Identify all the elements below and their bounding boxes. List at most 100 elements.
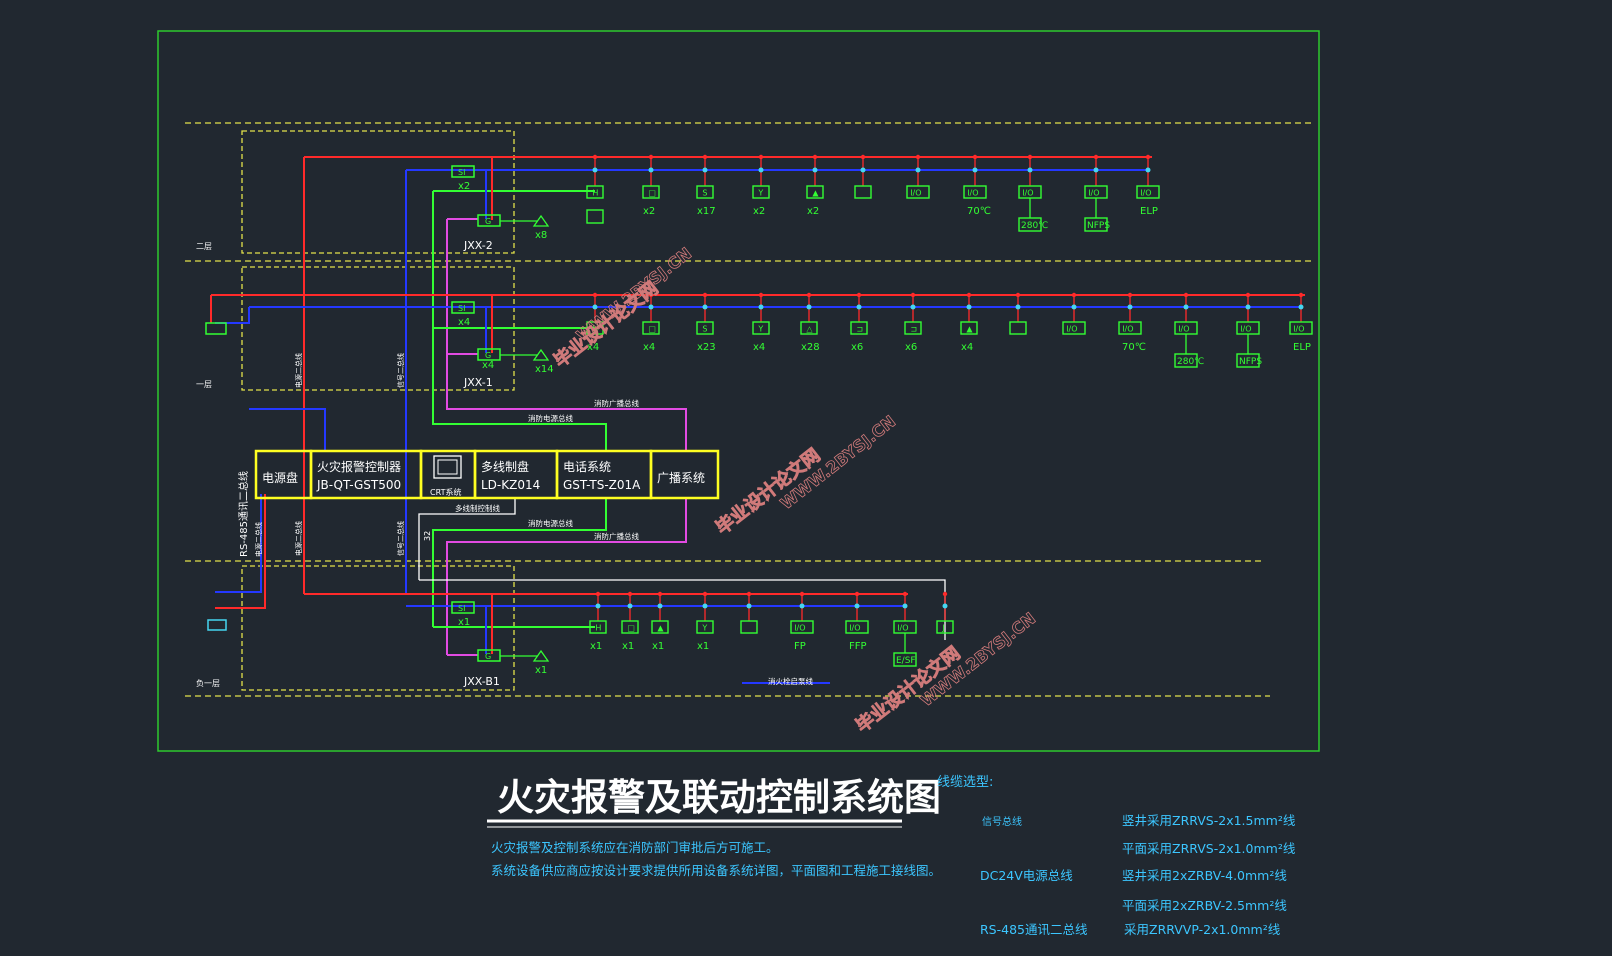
- device-count: E/SF: [896, 656, 916, 666]
- device-symbol-label: ▲: [657, 624, 664, 633]
- cable-value-1: 平面采用ZRRVS-2x1.0mm²线: [1122, 841, 1296, 856]
- device-symbol-label: ▲: [812, 189, 819, 198]
- power-node: [702, 292, 708, 298]
- power-node: [942, 591, 948, 597]
- bus-node: [902, 603, 908, 609]
- power-panel-icon-1: [205, 322, 227, 335]
- control-sub-4: GST-TS-Z01A: [563, 478, 641, 492]
- si-label-2: SI: [458, 604, 465, 613]
- power-node: [595, 591, 601, 597]
- device-symbol-label: Y: [701, 624, 707, 633]
- device-symbol-label: △: [806, 325, 813, 334]
- note-line-2: 系统设备供应商应按设计要求提供所用设备系统详图，平面图和工程施工接线图。: [491, 863, 941, 878]
- bus-node: [1127, 304, 1133, 310]
- device-symbol-label: □: [648, 325, 656, 334]
- g-count-2: x1: [535, 665, 547, 676]
- bus-node: [595, 603, 601, 609]
- power-node: [758, 292, 764, 298]
- power-node: [648, 154, 654, 160]
- power-node: [1183, 292, 1189, 298]
- power-node: [592, 292, 598, 298]
- control-sub-3: LD-KZ014: [481, 478, 540, 492]
- floor-label-2: 二层: [196, 242, 212, 251]
- cable-heading: 线缆选型:: [937, 774, 993, 790]
- device-symbol-label: I/O: [1293, 325, 1304, 334]
- device-count: x1: [622, 641, 634, 652]
- note-line-1: 火灾报警及控制系统应在消防部门审批后方可施工。: [491, 840, 779, 855]
- device-count: NFPS: [1087, 221, 1110, 231]
- power-node: [1127, 292, 1133, 298]
- power-node: [860, 154, 866, 160]
- bus-node: [1027, 167, 1033, 173]
- bus-node: [972, 167, 978, 173]
- device-symbol-label: S: [702, 325, 707, 334]
- device-symbol-label: □: [627, 624, 635, 633]
- power-node: [854, 591, 860, 597]
- bus-node: [592, 304, 598, 310]
- device-symbol-label: Y: [757, 325, 763, 334]
- device-symbol-label: I/O: [1122, 325, 1133, 334]
- label-wire-count: 32: [423, 531, 432, 541]
- label-broadcast-line-2: 消防广播总线: [594, 531, 639, 541]
- power-node: [910, 292, 916, 298]
- power-node: [902, 591, 908, 597]
- label-signal-riser-a: 信号二总线: [396, 353, 405, 388]
- bus-node: [657, 603, 663, 609]
- device-symbol-label: I/O: [1022, 189, 1033, 198]
- label-signal-riser-b: 信号二总线: [396, 521, 405, 556]
- diagram-title: 火灾报警及联动控制系统图: [497, 776, 941, 819]
- power-node: [702, 154, 708, 160]
- label-power-riser-b: 电源二总线: [294, 521, 303, 556]
- power-node: [1093, 154, 1099, 160]
- device-symbol-label: I/O: [794, 624, 805, 633]
- bus-node: [627, 603, 633, 609]
- device-symbol-label: I/O: [1178, 325, 1189, 334]
- floorB1-bus: [304, 593, 908, 684]
- device-symbol-label: I/O: [1140, 189, 1151, 198]
- label-rs485: RS-485通讯二总线: [237, 471, 250, 557]
- device-count: x6: [851, 342, 863, 353]
- device-count: 70℃: [967, 206, 991, 217]
- device-count: x2: [643, 206, 655, 217]
- device-symbol-label: I/O: [910, 189, 921, 198]
- label-multi-line: 多线制控制线: [455, 503, 500, 513]
- bus-node: [648, 167, 654, 173]
- device-count: x6: [905, 342, 917, 353]
- device-symbol: [854, 185, 872, 199]
- device-count: x1: [590, 641, 602, 652]
- control-name-4: 电话系统: [563, 460, 611, 474]
- device-symbol-label: ⊐: [910, 325, 917, 334]
- control-panel-row: 电源盘 火灾报警控制器 JB-QT-GST500 CRT系统 多线制盘 LD-KZ014 电…: [254, 449, 720, 500]
- cable-label-4: RS-485通讯二总线: [980, 922, 1088, 937]
- device-rows: H □ x2 Sx17 Yx2 ▲ x2 I/O I/O 70℃ I/O 280℃ I/O NFPS I/O…: [586, 154, 1313, 667]
- device-symbol-label: I/O: [967, 189, 978, 198]
- cable-value-0: 竖井采用ZRRVS-2x1.5mm²线: [1122, 813, 1296, 828]
- bus-node: [806, 304, 812, 310]
- device-count: NFPS: [1239, 357, 1262, 367]
- power-node: [702, 591, 708, 597]
- power-node: [1027, 154, 1033, 160]
- cable-value-2: 竖井采用2xZRBV-4.0mm²线: [1122, 868, 1287, 883]
- device-symbol-label: I/O: [1066, 325, 1077, 334]
- device-count: x4: [643, 342, 655, 353]
- floor-label-b1: 负一层: [196, 678, 220, 688]
- bus-node: [1245, 304, 1251, 310]
- label-power-riser-a: 电源二总线: [294, 353, 303, 388]
- g-count-0: x8: [535, 230, 547, 241]
- power-node: [1298, 292, 1304, 298]
- device-symbol-label: H: [595, 624, 601, 633]
- label-broadcast-line-1: 消防广播总线: [594, 398, 639, 408]
- device-count: FFP: [849, 641, 867, 652]
- bus-node: [592, 167, 598, 173]
- device-symbol-label: I/O: [849, 624, 860, 633]
- bus-node: [648, 304, 654, 310]
- device-count: x17: [697, 206, 716, 217]
- bus-node: [702, 304, 708, 310]
- bus-node: [812, 167, 818, 173]
- power-node: [1245, 292, 1251, 298]
- bus-node: [746, 603, 752, 609]
- device-count: x23: [697, 342, 716, 353]
- label-fire-pump-line: 消火栓启泵线: [768, 676, 813, 686]
- bus-node: [915, 167, 921, 173]
- power-node: [972, 154, 978, 160]
